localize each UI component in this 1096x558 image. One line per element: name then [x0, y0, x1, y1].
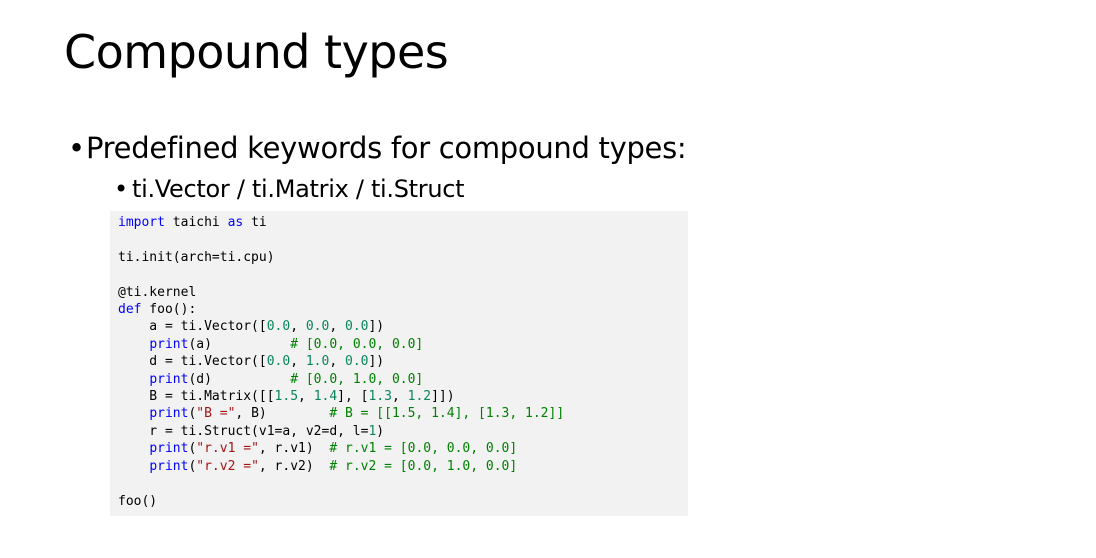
- code-listing: import taichi as ti ti.init(arch=ti.cpu)…: [118, 214, 564, 510]
- code-line: a = ti.Vector([0.0, 0.0, 0.0]): [118, 318, 564, 335]
- code-token: 1.3: [368, 389, 392, 405]
- code-token: 1.4: [313, 389, 338, 405]
- code-token: # B = [[1.5, 1.4], [1.3, 1.2]]: [329, 406, 565, 422]
- code-token: ,: [391, 389, 408, 405]
- bullet-dot-icon: •: [68, 131, 85, 165]
- code-token: 1.2: [407, 389, 432, 405]
- code-token: 0.0: [266, 354, 291, 370]
- code-block: import taichi as ti ti.init(arch=ti.cpu)…: [110, 211, 688, 516]
- code-token: foo(): [118, 493, 158, 509]
- code-token: as: [227, 215, 244, 230]
- code-line: d = ti.Vector([0.0, 1.0, 0.0]): [118, 353, 564, 370]
- code-token: "B =": [196, 406, 236, 422]
- code-token: ,: [290, 319, 306, 335]
- bullet-text: Predefined keywords for compound types:: [86, 131, 687, 165]
- code-token: d = ti.Vector([: [118, 354, 267, 370]
- code-line: print("r.v1 =", r.v1) # r.v1 = [0.0, 0.0…: [118, 440, 564, 457]
- code-line: print("r.v2 =", r.v2) # r.v2 = [0.0, 1.0…: [118, 458, 564, 475]
- code-token: "r.v2 =": [196, 458, 259, 474]
- code-token: r = ti.Struct(v1=a, v2=d, l=: [118, 423, 369, 439]
- code-token: B = ti.Matrix([[: [118, 389, 275, 405]
- code-token: 0.0: [266, 319, 291, 335]
- code-token: , r.v1): [258, 441, 330, 457]
- code-line: ti.init(arch=ti.cpu): [118, 249, 564, 266]
- code-token: 0.0: [345, 319, 369, 335]
- code-token: foo():: [141, 302, 197, 318]
- code-line: B = ti.Matrix([[1.5, 1.4], [1.3, 1.2]]): [118, 388, 564, 405]
- code-token: ,: [329, 354, 345, 370]
- code-token: (d): [188, 371, 291, 387]
- code-token: def: [118, 302, 142, 318]
- code-token: ,: [290, 354, 306, 370]
- code-token: 0.0: [345, 354, 369, 370]
- code-token: import: [118, 215, 165, 230]
- code-token: ]]): [431, 389, 455, 405]
- sub-bullet-ti-types: • ti.Vector / ti.Matrix / ti.Struct: [114, 172, 465, 206]
- code-token: ,: [329, 319, 345, 335]
- code-token: ,: [298, 389, 314, 405]
- code-line: print("B =", B) # B = [[1.5, 1.4], [1.3,…: [118, 405, 564, 422]
- code-token: a = ti.Vector([: [118, 319, 267, 335]
- code-line: def foo():: [118, 301, 564, 318]
- code-token: # r.v2 = [0.0, 1.0, 0.0]: [329, 458, 518, 474]
- code-token: 1.5: [274, 389, 299, 405]
- sub-bullet-dot-icon: •: [114, 175, 128, 203]
- code-line: r = ti.Struct(v1=a, v2=d, l=1): [118, 423, 564, 440]
- code-token: taichi: [164, 215, 228, 230]
- code-token: , r.v2): [258, 458, 330, 474]
- code-token: ]): [368, 319, 385, 335]
- sub-bullet-text: ti.Vector / ti.Matrix / ti.Struct: [132, 175, 465, 203]
- code-token: ti: [243, 215, 267, 230]
- code-token: 1.0: [305, 354, 330, 370]
- code-token: print: [149, 336, 189, 352]
- code-token: print: [149, 371, 189, 387]
- code-line: @ti.kernel: [118, 284, 564, 301]
- code-line: import taichi as ti: [118, 214, 564, 231]
- code-token: ): [376, 423, 385, 439]
- code-line: print(a) # [0.0, 0.0, 0.0]: [118, 336, 564, 353]
- code-token: ti.init(arch=ti.cpu): [118, 249, 275, 265]
- code-token: 0.0: [305, 319, 330, 335]
- code-token: ], [: [337, 389, 369, 405]
- code-line: print(d) # [0.0, 1.0, 0.0]: [118, 371, 564, 388]
- code-token: print: [149, 441, 189, 457]
- code-token: print: [149, 406, 189, 422]
- code-token: , B): [235, 406, 330, 422]
- code-token: @ti.kernel: [118, 284, 197, 300]
- code-token: # r.v1 = [0.0, 0.0, 0.0]: [329, 441, 518, 457]
- code-token: "r.v1 =": [196, 441, 259, 457]
- code-token: (a): [188, 336, 291, 352]
- code-token: ]): [368, 354, 385, 370]
- code-token: print: [149, 458, 189, 474]
- slide-title: Compound types: [64, 25, 449, 79]
- code-token: # [0.0, 0.0, 0.0]: [290, 336, 424, 352]
- code-token: # [0.0, 1.0, 0.0]: [290, 371, 424, 387]
- code-line: foo(): [118, 493, 564, 510]
- bullet-predefined-keywords: •Predefined keywords for compound types:: [68, 128, 687, 168]
